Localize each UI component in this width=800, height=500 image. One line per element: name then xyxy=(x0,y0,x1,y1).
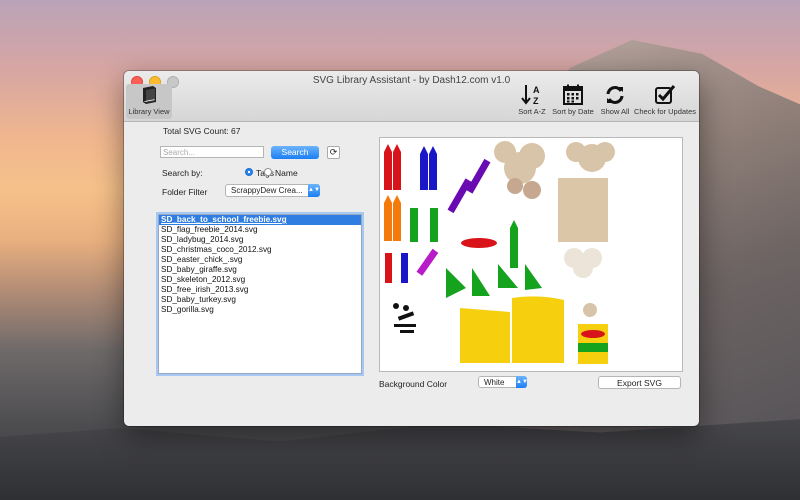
show-all-label: Show All xyxy=(600,107,630,116)
file-list-item[interactable]: SD_easter_chick_.svg xyxy=(159,255,361,265)
folder-filter-select[interactable]: ScrappyDew Crea... ▲▼ xyxy=(225,184,320,197)
file-list-item[interactable]: SD_free_irish_2013.svg xyxy=(159,285,361,295)
file-list-item[interactable]: SD_gorilla.svg xyxy=(159,305,361,315)
refresh-icon xyxy=(606,86,624,104)
sort-az-button[interactable]: A Z Sort A-Z xyxy=(516,84,548,116)
file-list-item[interactable]: SD_christmas_coco_2012.svg xyxy=(159,245,361,255)
total-count-label: Total SVG Count: 67 xyxy=(163,126,241,136)
file-list-item[interactable]: SD_skeleton_2012.svg xyxy=(159,275,361,285)
background-color-label: Background Color xyxy=(379,379,448,389)
file-list-item[interactable]: SD_baby_giraffe.svg xyxy=(159,265,361,275)
main-content: Total SVG Count: 67 Search... Search ⟳ S… xyxy=(124,122,699,426)
search-input[interactable]: Search... xyxy=(160,146,264,158)
chevron-updown-icon: ▲▼ xyxy=(516,376,528,388)
titlebar: SVG Library Assistant - by Dash12.com v1… xyxy=(124,71,699,122)
show-all-button[interactable]: Show All xyxy=(598,84,632,116)
calendar-icon xyxy=(563,84,583,105)
refresh-search-button[interactable]: ⟳ xyxy=(327,146,340,159)
check-updates-button[interactable]: Check for Updates xyxy=(632,84,698,116)
radio-name[interactable] xyxy=(264,168,272,176)
refresh-icon: ⟳ xyxy=(329,147,338,157)
background-color-select[interactable]: White ▲▼ xyxy=(478,376,528,388)
preview-canvas xyxy=(384,141,615,364)
file-list-item[interactable]: SD_back_to_school_freebie.svg xyxy=(159,215,361,225)
sort-date-button[interactable]: Sort by Date xyxy=(551,84,595,116)
sort-az-label: Sort A-Z xyxy=(518,107,546,116)
search-button[interactable]: Search xyxy=(271,146,319,159)
radio-name-label: Name xyxy=(275,168,298,178)
chevron-updown-icon: ▲▼ xyxy=(308,184,320,197)
book-icon xyxy=(143,86,156,104)
file-list-item[interactable]: SD_flag_freebie_2014.svg xyxy=(159,225,361,235)
file-list-item[interactable]: SD_ladybug_2014.svg xyxy=(159,235,361,245)
search-by-label: Search by: xyxy=(162,168,203,178)
export-svg-button[interactable]: Export SVG xyxy=(598,376,681,389)
radio-tags[interactable] xyxy=(245,168,253,176)
svg-text:Z: Z xyxy=(533,96,539,106)
background-color-value: White xyxy=(484,378,505,387)
svg-preview xyxy=(379,137,683,372)
checkbox-icon xyxy=(655,85,676,104)
library-view-button[interactable]: Library View xyxy=(126,84,172,119)
file-list-item[interactable]: SD_baby_turkey.svg xyxy=(159,295,361,305)
app-window: SVG Library Assistant - by Dash12.com v1… xyxy=(124,71,699,426)
sort-az-icon: A Z xyxy=(521,85,540,106)
file-list[interactable]: SD_back_to_school_freebie.svg SD_flag_fre… xyxy=(158,214,362,374)
sort-date-label: Sort by Date xyxy=(552,107,594,116)
svg-text:A: A xyxy=(533,85,540,95)
check-updates-label: Check for Updates xyxy=(633,107,697,116)
folder-filter-value: ScrappyDew Crea... xyxy=(231,186,303,195)
folder-filter-label: Folder Filter xyxy=(162,187,208,197)
library-view-label: Library View xyxy=(128,107,170,116)
